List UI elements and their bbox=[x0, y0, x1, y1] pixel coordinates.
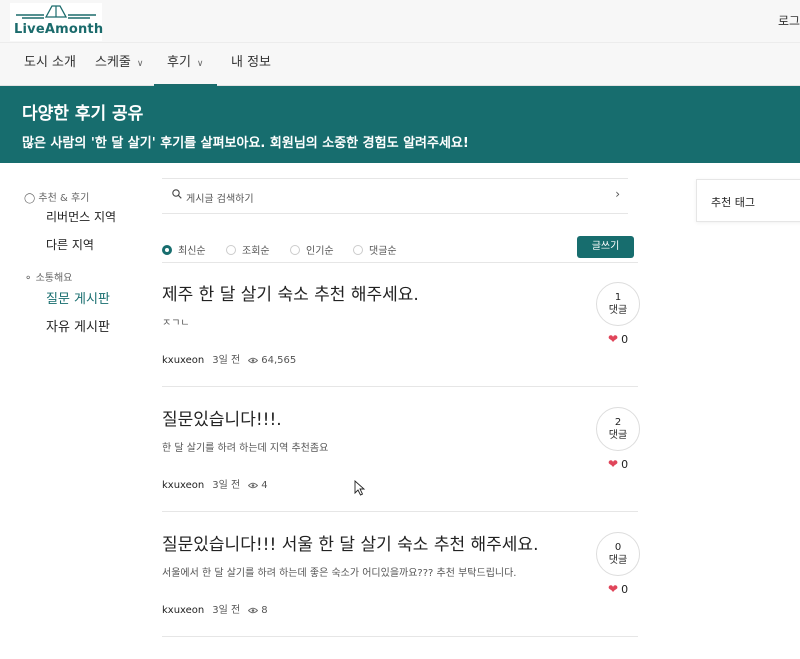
user-icon: ◯ bbox=[24, 193, 36, 204]
comment-count: 1 bbox=[614, 292, 622, 303]
post-excerpt: 한 달 살기를 하려 하는데 지역 추천좀요 bbox=[162, 443, 329, 454]
post-list-item[interactable]: 제주 한 달 살기 숙소 추천 해주세요. ㅈㄱㄴ kxuxeon 3일 전 64,… bbox=[162, 262, 640, 387]
post-time: 3일 전 bbox=[212, 355, 241, 366]
heart-icon: ❤ bbox=[608, 582, 619, 596]
radio-icon bbox=[290, 245, 300, 255]
sidebar-group-label: 추천 & 후기 bbox=[38, 193, 90, 204]
eye-icon bbox=[248, 482, 259, 489]
sidebar-item-other-region[interactable]: 다른 지역 bbox=[46, 236, 94, 253]
comment-count-badge: 0 댓글 bbox=[596, 532, 640, 576]
login-link[interactable]: 로그인 bbox=[778, 12, 800, 29]
comment-count: 0 bbox=[614, 542, 622, 553]
heart-icon: ❤ bbox=[608, 332, 619, 346]
comment-count-badge: 1 댓글 bbox=[596, 282, 640, 326]
nav-my-info[interactable]: 내 정보 bbox=[231, 43, 271, 86]
chevron-right-icon[interactable]: › bbox=[615, 187, 620, 201]
tag-icon: ⚬ bbox=[24, 273, 33, 284]
top-bar: LiveAmonth 로그인 bbox=[0, 0, 800, 43]
chevron-down-icon: ∨ bbox=[196, 59, 204, 69]
sort-label: 조회순 bbox=[242, 246, 270, 257]
comment-label: 댓글 bbox=[608, 555, 628, 566]
mouse-cursor-icon bbox=[354, 480, 366, 496]
like-value: 0 bbox=[621, 583, 629, 596]
post-excerpt: ㅈㄱㄴ bbox=[162, 318, 190, 329]
eye-icon bbox=[248, 357, 259, 364]
post-author[interactable]: kxuxeon bbox=[162, 605, 204, 616]
recommended-tags-title: 추천 태그 bbox=[711, 196, 755, 209]
post-views: 4 bbox=[261, 480, 268, 491]
sidebar-group-label: 소통해요 bbox=[35, 273, 73, 284]
post-author[interactable]: kxuxeon bbox=[162, 355, 204, 366]
banner-title: 다양한 후기 공유 bbox=[22, 104, 144, 124]
nav-label: 후기 bbox=[167, 55, 191, 70]
post-meta: kxuxeon 3일 전 4 bbox=[162, 476, 268, 491]
sort-option-latest[interactable]: 최신순 bbox=[162, 242, 206, 257]
chevron-down-icon: ∨ bbox=[136, 59, 144, 69]
nav-reviews[interactable]: 후기 ∨ bbox=[154, 43, 217, 86]
post-list-item[interactable]: 질문있습니다!!!. 한 달 살기를 하려 하는데 지역 추천좀요 kxuxeo… bbox=[162, 387, 640, 512]
post-time: 3일 전 bbox=[212, 605, 241, 616]
comment-count: 2 bbox=[614, 417, 622, 428]
post-title[interactable]: 질문있습니다!!!. bbox=[162, 405, 282, 430]
logo-book-icon bbox=[16, 5, 96, 19]
logo[interactable]: LiveAmonth bbox=[10, 3, 104, 41]
main-nav: 도시 소개 스케줄 ∨ 후기 ∨ 내 정보 bbox=[0, 43, 800, 86]
like-count[interactable]: ❤ 0 bbox=[608, 582, 628, 596]
post-time: 3일 전 bbox=[212, 480, 241, 491]
nav-label: 내 정보 bbox=[231, 55, 272, 70]
sort-option-popular[interactable]: 인기순 bbox=[290, 242, 334, 257]
post-meta: kxuxeon 3일 전 8 bbox=[162, 601, 268, 616]
sort-label: 댓글순 bbox=[369, 246, 397, 257]
sort-option-comments[interactable]: 댓글순 bbox=[353, 242, 397, 257]
post-list-item[interactable]: 질문있습니다!!! 서울 한 달 살기 숙소 추천 해주세요. 서울에서 한 달… bbox=[162, 512, 640, 637]
nav-label: 스케줄 bbox=[95, 55, 131, 70]
eye-icon bbox=[248, 607, 259, 614]
post-title[interactable]: 제주 한 달 살기 숙소 추천 해주세요. bbox=[162, 280, 419, 305]
sidebar-item-free-board[interactable]: 자유 게시판 bbox=[46, 316, 110, 335]
radio-icon bbox=[353, 245, 363, 255]
recommended-tags-panel: 추천 태그 bbox=[696, 179, 800, 222]
hero-banner: 다양한 후기 공유 많은 사람의 '한 달 살기' 후기를 살펴보아요. 회원님… bbox=[0, 86, 800, 163]
sidebar-group-heading: ◯ 추천 & 후기 bbox=[24, 189, 89, 204]
search-bar[interactable]: 게시글 검색하기 › bbox=[162, 178, 628, 214]
comment-label: 댓글 bbox=[608, 430, 628, 441]
nav-city-intro[interactable]: 도시 소개 bbox=[24, 43, 76, 86]
like-count[interactable]: ❤ 0 bbox=[608, 457, 628, 471]
sort-label: 인기순 bbox=[306, 246, 334, 257]
nav-schedule[interactable]: 스케줄 ∨ bbox=[95, 43, 143, 86]
post-title[interactable]: 질문있습니다!!! 서울 한 달 살기 숙소 추천 해주세요. bbox=[162, 530, 538, 555]
sidebar-group-heading: ⚬ 소통해요 bbox=[24, 269, 72, 284]
heart-icon: ❤ bbox=[608, 457, 619, 471]
sort-label: 최신순 bbox=[178, 246, 206, 257]
post-views: 8 bbox=[261, 605, 268, 616]
sidebar-item-riverside-region[interactable]: 리버먼스 지역 bbox=[46, 208, 116, 225]
post-excerpt: 서울에서 한 달 살기를 하려 하는데 좋은 숙소가 어디있을까요??? 추천 … bbox=[162, 568, 517, 579]
search-input[interactable]: 게시글 검색하기 bbox=[186, 190, 254, 205]
radio-icon bbox=[226, 245, 236, 255]
search-icon bbox=[172, 189, 182, 199]
post-author[interactable]: kxuxeon bbox=[162, 480, 204, 491]
sidebar-item-question-board[interactable]: 질문 게시판 bbox=[46, 288, 110, 307]
like-value: 0 bbox=[621, 333, 629, 346]
nav-label: 도시 소개 bbox=[24, 55, 76, 70]
radio-selected-icon bbox=[162, 245, 172, 255]
post-views: 64,565 bbox=[261, 355, 297, 366]
logo-text: LiveAmonth bbox=[14, 22, 104, 37]
banner-subtitle: 많은 사람의 '한 달 살기' 후기를 살펴보아요. 회원님의 소중한 경험도 … bbox=[22, 136, 469, 151]
write-post-button[interactable]: 글쓰기 bbox=[577, 236, 634, 258]
sort-option-views[interactable]: 조회순 bbox=[226, 242, 270, 257]
post-meta: kxuxeon 3일 전 64,565 bbox=[162, 351, 296, 366]
comment-count-badge: 2 댓글 bbox=[596, 407, 640, 451]
like-count[interactable]: ❤ 0 bbox=[608, 332, 628, 346]
comment-label: 댓글 bbox=[608, 305, 628, 316]
like-value: 0 bbox=[621, 458, 629, 471]
